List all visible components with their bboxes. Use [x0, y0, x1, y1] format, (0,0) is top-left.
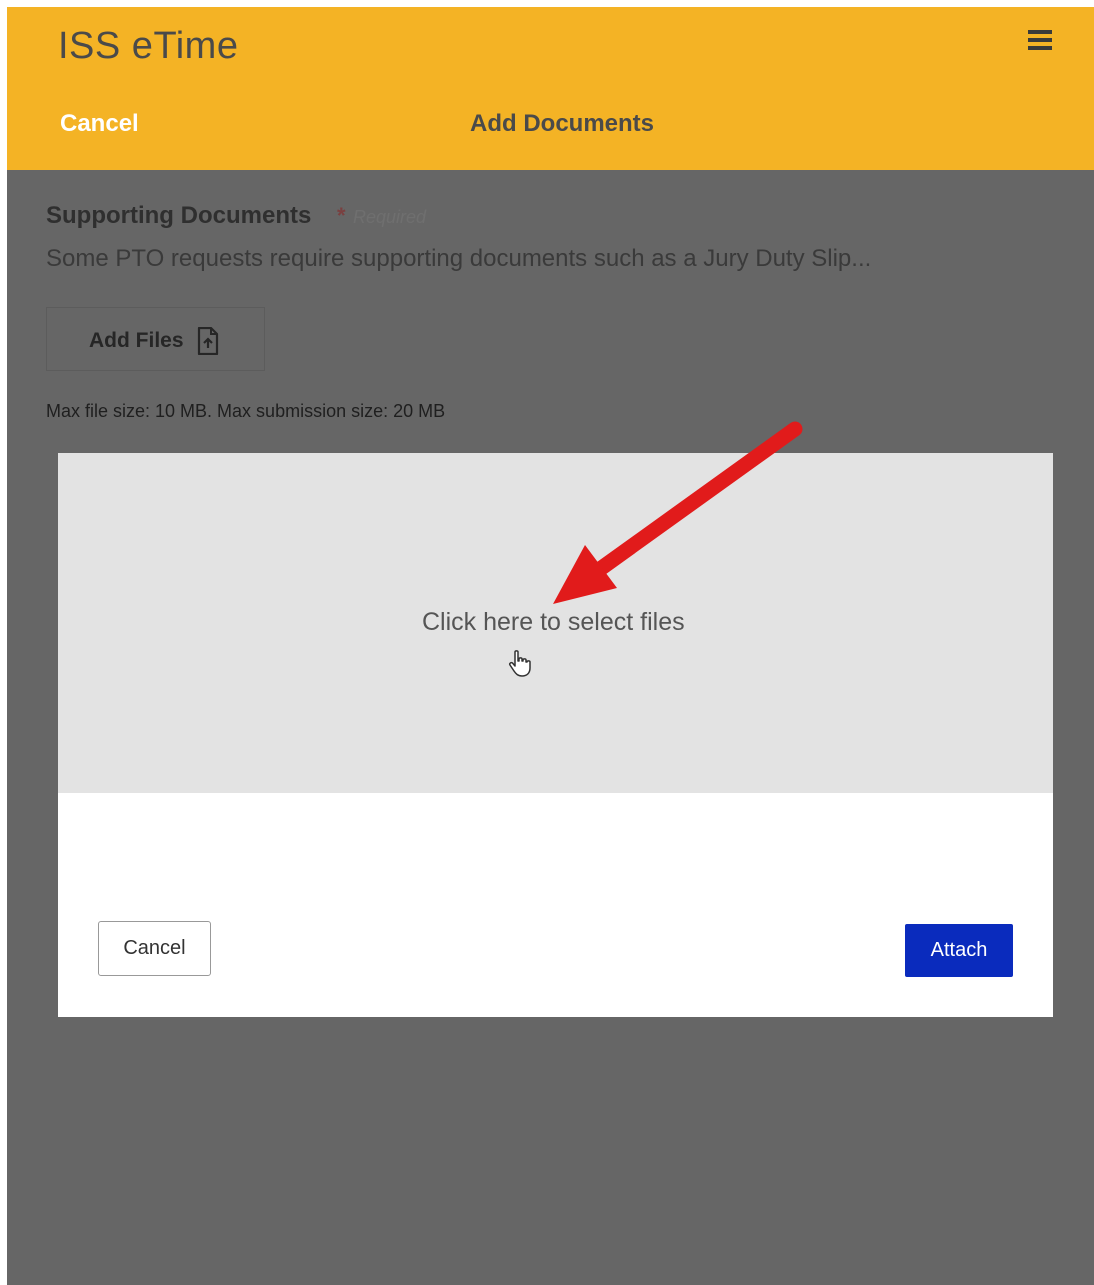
- page-title: Add Documents: [470, 110, 655, 137]
- supporting-documents-title: Supporting Documents: [46, 202, 312, 229]
- supporting-documents-description: Some PTO requests require supporting doc…: [46, 245, 872, 272]
- required-marker: *: [337, 203, 346, 228]
- header-cancel-button[interactable]: Cancel: [60, 110, 139, 138]
- app-frame: ISS eTime Cancel Add Documents Supportin…: [7, 7, 1094, 1285]
- dialog-cancel-button[interactable]: Cancel: [98, 921, 211, 976]
- hand-pointer-icon: [509, 650, 531, 677]
- attach-button[interactable]: Attach: [905, 924, 1013, 977]
- app-header: ISS eTime Cancel Add Documents: [7, 7, 1094, 170]
- file-upload-icon: [197, 327, 219, 355]
- file-size-limits: Max file size: 10 MB. Max submission siz…: [46, 401, 446, 421]
- hamburger-menu-icon[interactable]: [1028, 30, 1052, 50]
- app-title: ISS eTime: [58, 25, 239, 67]
- annotation-arrow-icon: [553, 421, 803, 604]
- add-files-label: Add Files: [89, 329, 184, 352]
- add-files-button[interactable]: Add Files: [46, 307, 265, 371]
- required-label: Required: [353, 207, 427, 227]
